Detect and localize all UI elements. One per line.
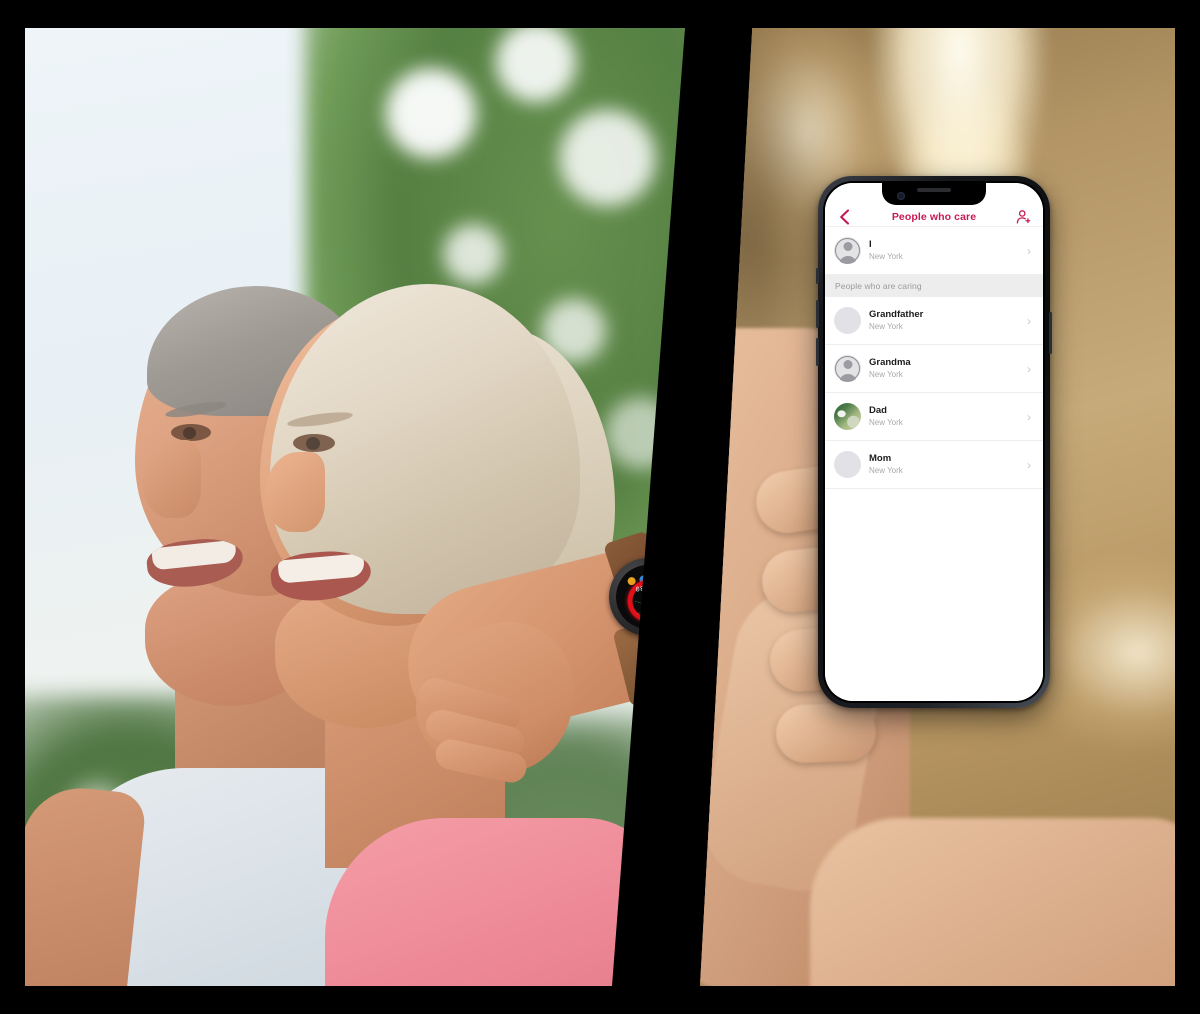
watch-graph-icon xyxy=(634,597,665,615)
chevron-right-icon: › xyxy=(1027,313,1031,328)
list-item[interactable]: Dad New York › xyxy=(825,393,1043,441)
avatar xyxy=(834,403,861,430)
avatar xyxy=(834,237,861,264)
lower-hand xyxy=(810,818,1175,986)
phone-notch xyxy=(882,183,986,205)
row-text: I New York xyxy=(869,239,1019,263)
woman-nose xyxy=(265,452,325,532)
watch-app-icon-purple xyxy=(662,571,672,581)
chevron-left-icon[interactable] xyxy=(835,208,853,226)
power-button[interactable] xyxy=(1049,312,1052,354)
person-name: Mom xyxy=(869,452,892,464)
avatar xyxy=(834,451,861,478)
volume-up-button[interactable] xyxy=(816,300,819,328)
chevron-right-icon: › xyxy=(1027,361,1031,376)
row-text: Mom New York xyxy=(869,453,1019,477)
volume-down-button[interactable] xyxy=(816,338,819,366)
screenshot-stage: 08:01 People who care I New York › Peopl… xyxy=(0,0,1200,1014)
watch-screen: 08:01 xyxy=(611,560,685,634)
chevron-right-icon: › xyxy=(1027,409,1031,424)
phone-bezel: People who care I New York › People who … xyxy=(823,181,1045,703)
person-name: Dad xyxy=(869,404,887,416)
list-item-self[interactable]: I New York › xyxy=(825,227,1043,275)
couple-outdoor-photo: 08:01 xyxy=(25,28,685,986)
list-item[interactable]: Mom New York › xyxy=(825,441,1043,489)
man-nose xyxy=(143,440,201,518)
empty-list-area xyxy=(825,489,1043,701)
person-location: New York xyxy=(869,417,903,427)
person-location: New York xyxy=(869,465,903,475)
list-item[interactable]: Grandfather New York › xyxy=(825,297,1043,345)
add-person-icon[interactable] xyxy=(1015,208,1033,226)
section-header: People who are caring xyxy=(825,275,1043,297)
man-eye xyxy=(171,424,211,441)
person-location: New York xyxy=(869,369,903,379)
chevron-right-icon: › xyxy=(1027,243,1031,258)
mute-switch[interactable] xyxy=(816,268,819,284)
woman-pink-top xyxy=(325,818,665,986)
finger xyxy=(775,702,877,764)
row-text: Grandfather New York xyxy=(869,309,1019,333)
woman-eye xyxy=(293,434,335,452)
phone-screen: People who care I New York › People who … xyxy=(825,183,1043,701)
man-arm xyxy=(25,782,148,986)
smartphone-device: People who care I New York › People who … xyxy=(816,176,1052,708)
avatar xyxy=(834,355,861,382)
person-location: New York xyxy=(869,251,903,261)
avatar xyxy=(834,307,861,334)
person-location: New York xyxy=(869,321,903,331)
page-title: People who care xyxy=(891,210,977,223)
list-item[interactable]: Grandma New York › xyxy=(825,345,1043,393)
earpiece-speaker xyxy=(917,188,951,192)
person-name: I xyxy=(869,238,872,250)
person-name: Grandma xyxy=(869,356,911,368)
app-content: I New York › People who are caring Grand… xyxy=(825,227,1043,701)
row-text: Grandma New York xyxy=(869,357,1019,381)
front-camera xyxy=(897,192,905,200)
chevron-right-icon: › xyxy=(1027,457,1031,472)
row-text: Dad New York xyxy=(869,405,1019,429)
person-name: Grandfather xyxy=(869,308,924,320)
